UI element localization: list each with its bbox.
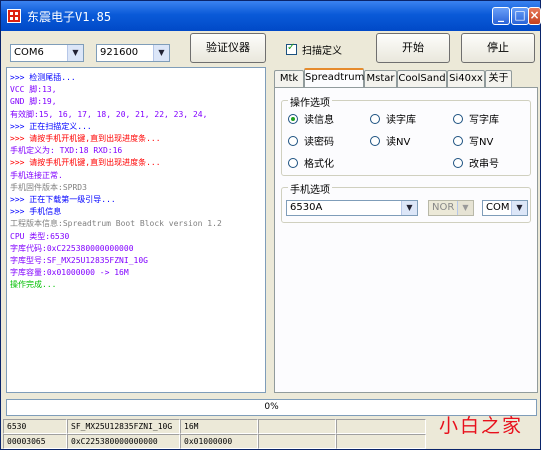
status-cell: [258, 419, 336, 434]
status-flash-code: 0xC225380000000000: [67, 434, 180, 449]
app-icon: [7, 9, 21, 23]
log-line: 字库容量:0x01000000 -> 16M: [10, 268, 129, 278]
operations-group: 操作选项 读信息 读字库 写字库 读密码 读NV 写NV 格式化 改串号: [281, 94, 531, 176]
option-label: 读NV: [386, 137, 411, 148]
tab-about[interactable]: 关于: [485, 70, 512, 87]
log-line: 字库型号:SF_MX25U12835FZNI_10G: [10, 256, 148, 265]
chevron-down-icon[interactable]: ▼: [67, 45, 83, 61]
progress-label: 0%: [264, 402, 279, 412]
option-label: 改串号: [469, 159, 499, 170]
verify-button[interactable]: 验证仪器: [190, 33, 266, 63]
radio-icon[interactable]: [370, 135, 380, 146]
tab-spreadtrum[interactable]: Spreadtrum: [304, 68, 364, 88]
log-line: 手机连接正常.: [10, 170, 63, 180]
log-line: 操作完成...: [10, 280, 57, 290]
status-counter: 00003065: [3, 434, 67, 449]
option-label: 读信息: [304, 115, 334, 126]
log-line: >>> 检测尾插...: [10, 73, 76, 82]
tab-si40xx[interactable]: Si40xx: [447, 70, 485, 87]
phone-port-select[interactable]: COM ▼: [482, 200, 528, 216]
start-button[interactable]: 开始: [376, 33, 450, 63]
port-select[interactable]: COM6 ▼: [10, 44, 84, 62]
option-change-imei[interactable]: 改串号: [453, 155, 499, 170]
phone-options-title: 手机选项: [288, 181, 332, 196]
log-line: >>> 正在下载第一级引导...: [10, 195, 116, 204]
chevron-down-icon[interactable]: ▼: [511, 201, 527, 215]
log-line: >>> 正在扫描定义...: [10, 121, 92, 131]
close-button[interactable]: ×: [528, 7, 541, 25]
tab-mtk[interactable]: Mtk: [274, 70, 304, 87]
option-label: 写字库: [469, 115, 499, 126]
log-line: VCC 脚:13,: [10, 85, 57, 95]
operations-title: 操作选项: [288, 94, 332, 109]
tab-coolsand[interactable]: CoolSand: [397, 70, 447, 87]
log-panel[interactable]: >>> 检测尾插... VCC 脚:13, GND 脚:19, 有效脚:15, …: [6, 67, 266, 393]
radio-icon[interactable]: [453, 135, 463, 146]
radio-icon[interactable]: [453, 113, 463, 124]
radio-icon[interactable]: [288, 135, 298, 146]
radio-icon[interactable]: [288, 157, 298, 168]
model-select[interactable]: 6530A ▼: [286, 200, 418, 216]
log-line: 手机定义为: TXD:18 RXD:16: [10, 146, 123, 156]
status-cell: [336, 419, 426, 434]
option-label: 读密码: [304, 137, 334, 148]
status-flash-size: 16M: [180, 419, 258, 434]
status-cell: [258, 434, 336, 449]
status-cell: [336, 434, 426, 449]
baud-select[interactable]: 921600 ▼: [96, 44, 170, 62]
chevron-down-icon[interactable]: ▼: [153, 45, 169, 61]
window-title: 东震电子V1.85: [27, 10, 112, 24]
log-line: >>> 手机信息: [10, 207, 62, 217]
title-bar[interactable]: 东震电子V1.85 _ □ ×: [1, 1, 541, 31]
status-flash-model: SF_MX25U12835FZNI_10G: [67, 419, 180, 434]
spreadtrum-tab-panel: 操作选项 读信息 读字库 写字库 读密码 读NV 写NV 格式化 改串号 手机选…: [274, 87, 538, 393]
port-value: COM6: [14, 47, 44, 58]
option-format[interactable]: 格式化: [288, 155, 334, 170]
log-line: 工程版本信息:Spreadtrum Boot Block version 1.2: [10, 219, 222, 229]
app-window: 东震电子V1.85 _ □ × COM6 ▼ 921600 ▼ 验证仪器 扫描定…: [0, 0, 541, 450]
status-flash-capacity: 0x01000000: [180, 434, 258, 449]
log-line: 手机固件版本:SPRD3: [10, 182, 87, 192]
baud-value: 921600: [100, 47, 139, 58]
stop-button[interactable]: 停止: [461, 33, 535, 63]
log-line: >>> 请按手机开机键,直到出现进度条...: [10, 158, 161, 168]
option-read-info[interactable]: 读信息: [288, 111, 334, 126]
watermark: 小白之家: [439, 415, 524, 437]
flash-type-select: NOR ▼: [428, 200, 474, 216]
status-cpu: 6530: [3, 419, 67, 434]
option-write-nv[interactable]: 写NV: [453, 133, 493, 148]
scan-checkbox-box[interactable]: [286, 42, 297, 55]
option-label: 写NV: [469, 137, 494, 148]
minimize-button[interactable]: _: [492, 7, 510, 25]
log-line: CPU 类型:6530: [10, 231, 70, 241]
radio-icon[interactable]: [453, 157, 463, 168]
chevron-down-icon[interactable]: ▼: [401, 201, 417, 215]
option-read-nv[interactable]: 读NV: [370, 133, 410, 148]
maximize-button[interactable]: □: [511, 7, 529, 25]
option-label: 读字库: [386, 115, 416, 126]
radio-icon[interactable]: [288, 113, 298, 124]
radio-icon[interactable]: [370, 113, 380, 124]
phone-port-value: COM: [486, 202, 510, 213]
model-value: 6530A: [290, 202, 323, 213]
flash-type-value: NOR: [432, 202, 455, 213]
option-read-password[interactable]: 读密码: [288, 133, 334, 148]
log-line: 字库代码:0xC225380000000000: [10, 243, 134, 253]
log-line: >>> 请按手机开机键,直到出现进度条...: [10, 134, 161, 143]
log-line: GND 脚:19,: [10, 97, 57, 107]
log-line: 有效脚:15, 16, 17, 18, 20, 21, 22, 23, 24,: [10, 109, 208, 119]
scan-checkbox[interactable]: 扫描定义: [286, 42, 342, 57]
scan-checkbox-label: 扫描定义: [302, 46, 342, 57]
phone-options-group: 手机选项 6530A ▼ NOR ▼ COM ▼: [281, 181, 531, 223]
option-write-flash[interactable]: 写字库: [453, 111, 499, 126]
chevron-down-icon: ▼: [457, 201, 473, 215]
tab-mstar[interactable]: Mstar: [364, 70, 397, 87]
option-label: 格式化: [304, 159, 334, 170]
option-read-flash[interactable]: 读字库: [370, 111, 416, 126]
